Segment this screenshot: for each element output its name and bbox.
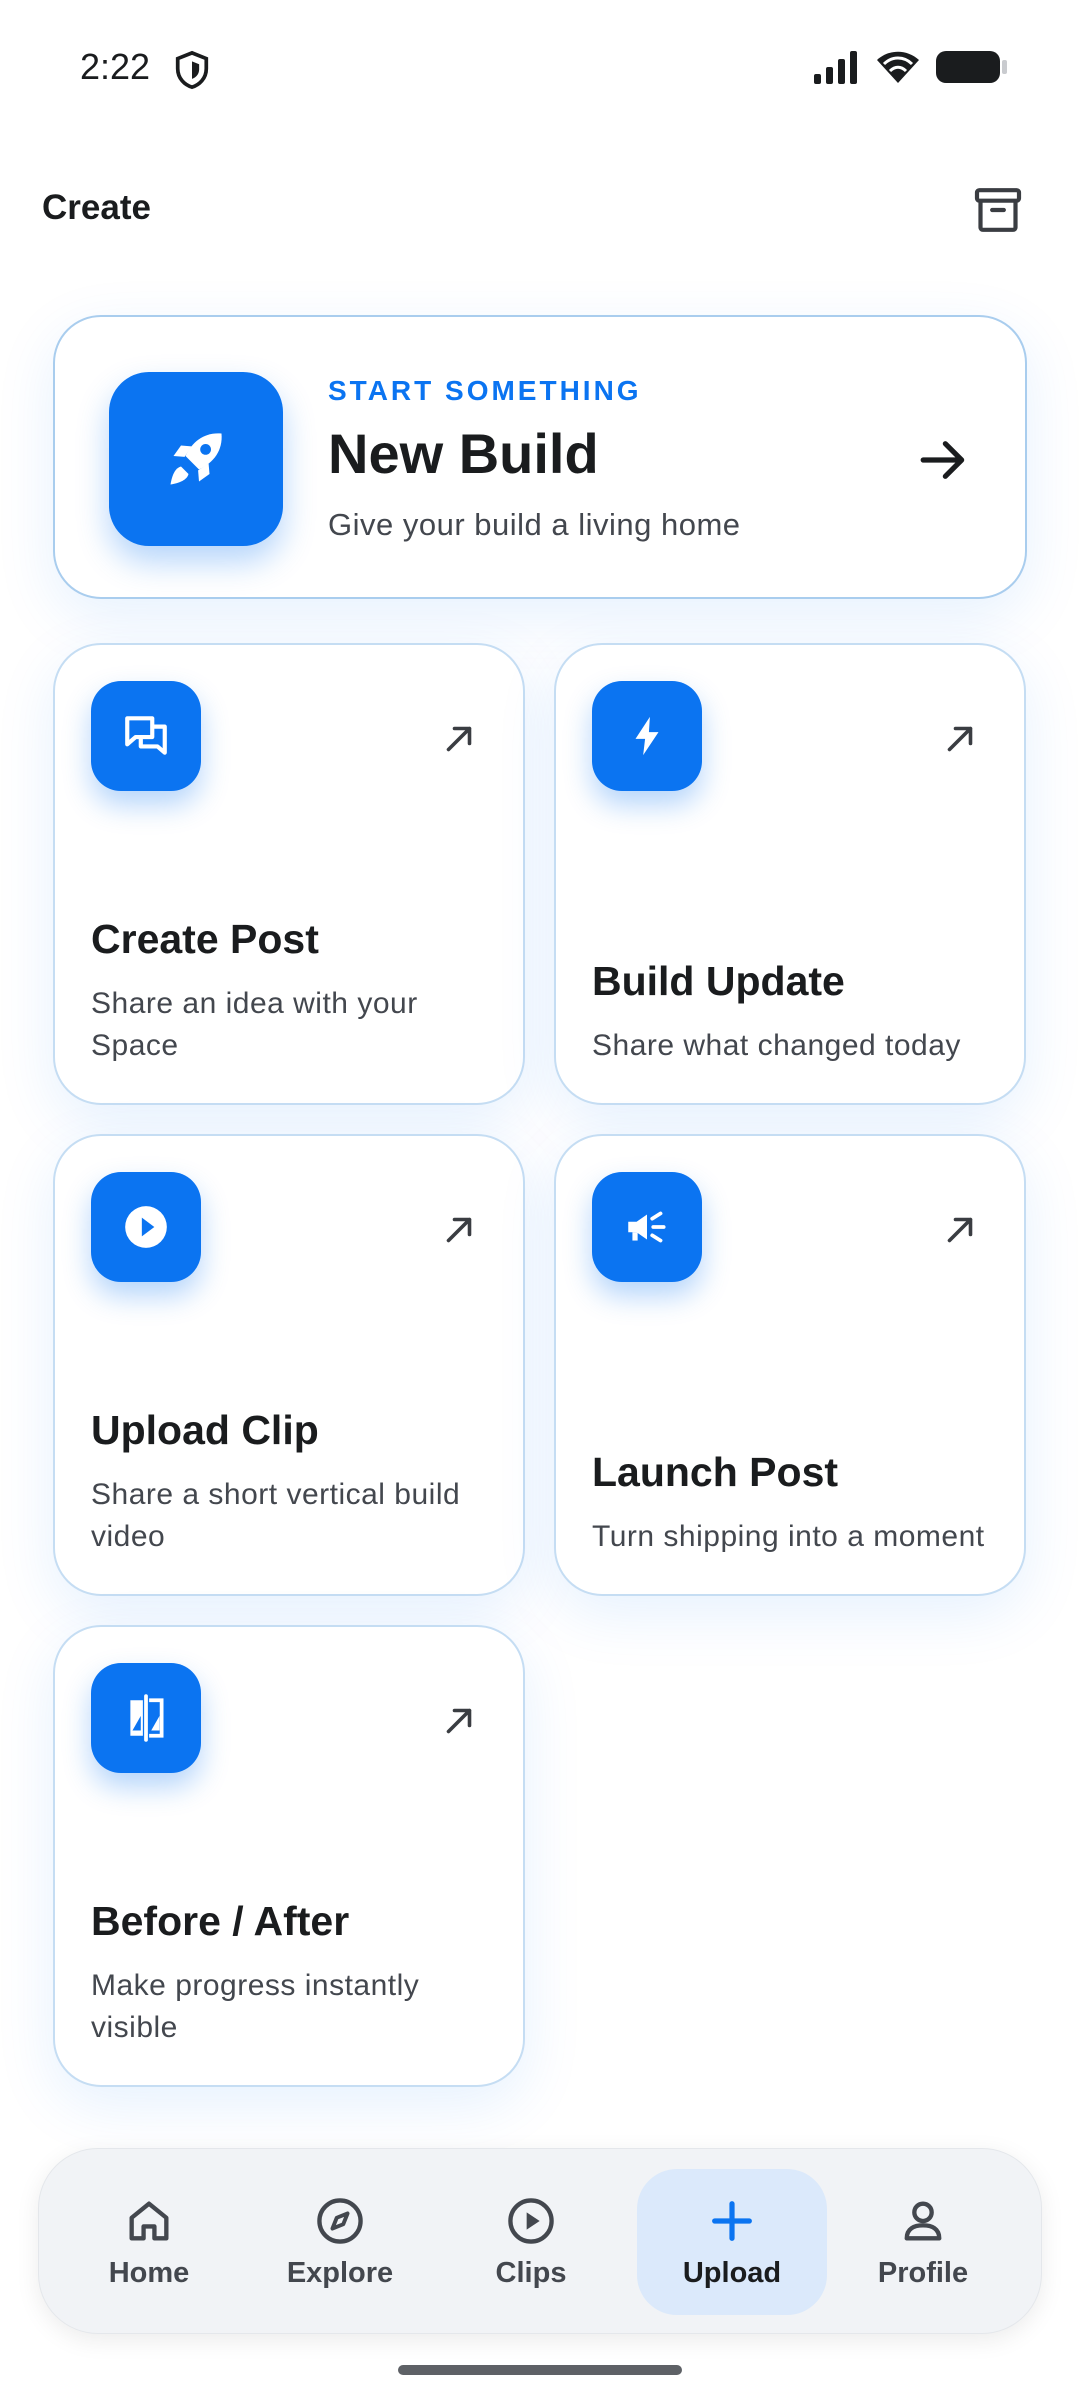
nav-label: Upload (682, 2256, 782, 2289)
archive-icon (974, 188, 1022, 232)
nav-item-profile[interactable]: Profile (828, 2169, 1018, 2315)
bottom-navigation: Home Explore Clips Upload Profile (38, 2148, 1042, 2334)
person-icon (904, 2201, 942, 2240)
rocket-icon (170, 433, 222, 485)
build-update-card[interactable]: Build Update Share what changed today (554, 643, 1026, 1105)
archive-button[interactable] (968, 180, 1028, 240)
tile-icon-box (91, 681, 201, 791)
nav-item-home[interactable]: Home (54, 2169, 244, 2315)
shield-icon (175, 50, 209, 90)
status-bar: 2:22 (0, 0, 1080, 140)
create-post-card[interactable]: Create Post Share an idea with your Spac… (53, 643, 525, 1105)
tile-icon-box (91, 1172, 201, 1282)
tile-subtitle: Make progress instantly visible (91, 1969, 420, 2044)
arrow-up-right-icon (446, 1217, 472, 1243)
tile-icon-box (592, 1172, 702, 1282)
new-build-card[interactable]: START SOMETHING New Build Give your buil… (53, 315, 1027, 599)
home-indicator[interactable] (398, 2365, 682, 2375)
bolt-icon (635, 716, 659, 756)
nav-item-explore[interactable]: Explore (245, 2169, 435, 2315)
arrow-up-right-icon (947, 726, 973, 752)
tile-title: Upload Clip (91, 1407, 319, 1453)
nav-item-upload[interactable]: Upload (637, 2169, 827, 2315)
hero-eyebrow: START SOMETHING (328, 375, 642, 406)
wifi-icon (877, 51, 919, 83)
tile-subtitle: Share an idea with your Space (91, 987, 418, 1062)
forum-icon (125, 716, 167, 755)
megaphone-icon (628, 1211, 666, 1243)
play-icon (508, 2197, 554, 2244)
before-after-card[interactable]: Before / After Make progress instantly v… (53, 1625, 525, 2087)
nav-label: Explore (286, 2256, 394, 2289)
arrow-up-right-icon (947, 1217, 973, 1243)
upload-clip-card[interactable]: Upload Clip Share a short vertical build… (53, 1134, 525, 1596)
compass-icon (317, 2197, 363, 2244)
tile-title: Launch Post (592, 1449, 839, 1495)
arrow-up-right-icon (446, 726, 472, 752)
play-circle-icon (125, 1206, 167, 1248)
tile-subtitle: Share what changed today (592, 1029, 961, 1062)
tile-title: Create Post (91, 916, 319, 962)
arrow-right-icon (920, 441, 965, 479)
nav-item-clips[interactable]: Clips (436, 2169, 626, 2315)
nav-label: Clips (495, 2256, 567, 2289)
tile-title: Before / After (91, 1898, 350, 1944)
hero-icon-tile (109, 372, 283, 546)
home-icon (129, 2201, 169, 2240)
page-title: Create (42, 188, 151, 227)
tile-subtitle: Turn shipping into a moment (592, 1520, 985, 1553)
plus-icon (712, 2200, 752, 2241)
launch-post-card[interactable]: Launch Post Turn shipping into a moment (554, 1134, 1026, 1596)
nav-label: Profile (877, 2256, 969, 2289)
battery-icon (936, 51, 1007, 83)
arrow-up-right-icon (446, 1708, 472, 1734)
tile-title: Build Update (592, 958, 845, 1004)
status-indicators (814, 50, 1008, 84)
signal-icon (814, 51, 857, 84)
status-time: 2:22 (80, 46, 151, 87)
tile-icon-box (91, 1663, 201, 1773)
hero-title: New Build (328, 422, 599, 485)
nav-label: Home (108, 2256, 190, 2289)
tile-icon-box (592, 681, 702, 791)
compare-icon (130, 1694, 164, 1742)
tile-subtitle: Share a short vertical build video (91, 1478, 461, 1553)
hero-subtitle: Give your build a living home (328, 507, 741, 542)
